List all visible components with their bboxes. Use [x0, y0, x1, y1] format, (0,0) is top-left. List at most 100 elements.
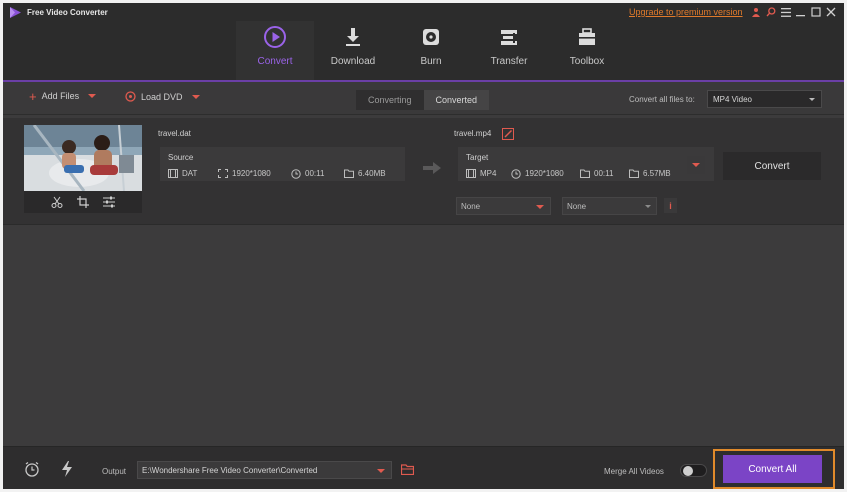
film-icon	[466, 169, 476, 178]
open-folder-icon[interactable]	[399, 461, 415, 477]
crop-icon[interactable]	[76, 195, 90, 209]
audio-select[interactable]: None	[562, 197, 657, 215]
target-duration: 00:11	[580, 169, 613, 178]
chevron-down-icon	[645, 205, 651, 208]
merge-videos-label: Merge All Videos	[604, 467, 664, 476]
source-info-panel: Source DAT 1920*1080 00:11 6.40MB	[160, 147, 405, 181]
convert-all-to-label: Convert all files to:	[629, 95, 695, 104]
download-icon	[344, 25, 362, 49]
toolbox-icon	[577, 25, 597, 49]
source-resolution-value: 1920*1080	[232, 169, 271, 178]
target-duration-value: 00:11	[594, 169, 614, 178]
source-title: Source	[168, 153, 194, 162]
folder-icon	[629, 169, 639, 178]
chevron-down-icon	[377, 469, 385, 473]
plus-icon: +	[29, 88, 37, 104]
source-format-value: DAT	[182, 169, 198, 178]
status-tabs: Converting Converted	[356, 90, 490, 110]
nav-toolbox[interactable]: Toolbox	[548, 21, 626, 82]
upgrade-link[interactable]: Upgrade to premium version	[629, 7, 743, 17]
disc-icon	[421, 25, 441, 49]
film-icon	[168, 169, 178, 178]
output-path-value: E:\Wondershare Free Video Converter\Conv…	[142, 465, 318, 475]
maximize-icon[interactable]	[808, 5, 823, 19]
edit-icon[interactable]	[502, 128, 514, 140]
source-duration-value: 00:11	[305, 169, 325, 178]
tab-converted[interactable]: Converted	[423, 90, 490, 110]
target-title: Target	[466, 153, 489, 162]
subtitle-select[interactable]: None	[456, 197, 551, 215]
toolbar: + Add Files Load DVD Converting Converte…	[3, 82, 844, 115]
add-files-dropdown-icon[interactable]	[88, 94, 97, 98]
chevron-down-icon	[692, 163, 700, 167]
folder-icon	[580, 169, 590, 178]
output-format-value: MP4 Video	[713, 94, 752, 104]
source-size: 6.40MB	[344, 169, 386, 178]
subtitle-select-value: None	[461, 201, 481, 211]
folder-icon	[344, 169, 354, 178]
load-dvd-dropdown-icon[interactable]	[191, 94, 200, 99]
header: Free Video Converter Upgrade to premium …	[3, 3, 844, 82]
audio-select-value: None	[567, 201, 587, 211]
trim-icon[interactable]	[50, 195, 64, 209]
nav-download-label: Download	[330, 56, 376, 67]
menu-icon[interactable]	[778, 5, 793, 19]
target-filename: travel.mp4	[454, 129, 492, 138]
nav-transfer-label: Transfer	[490, 56, 528, 67]
dvd-icon	[125, 91, 136, 102]
nav-convert-label: Convert	[257, 56, 293, 67]
tab-converting[interactable]: Converting	[356, 90, 424, 110]
target-format-value: MP4	[480, 169, 497, 178]
target-size-value: 6.57MB	[643, 169, 671, 178]
main-nav: Convert Download Burn Transfer Toolbox	[236, 21, 626, 82]
nav-convert[interactable]: Convert	[236, 21, 314, 82]
target-resolution-value: 1920*1080	[525, 169, 564, 178]
chevron-down-icon	[536, 205, 544, 209]
output-format-select[interactable]: MP4 Video	[707, 90, 822, 108]
merge-videos-toggle[interactable]	[680, 464, 707, 477]
file-item: travel.dat Source DAT 1920*1080 00:11 6.…	[3, 118, 844, 225]
app-logo-icon	[10, 7, 21, 18]
nav-toolbox-label: Toolbox	[569, 56, 605, 67]
convert-button[interactable]: Convert	[723, 152, 821, 180]
search-icon[interactable]	[763, 5, 778, 19]
add-files-label: Add Files	[41, 91, 80, 101]
bottom-bar: Output E:\Wondershare Free Video Convert…	[3, 446, 844, 489]
info-icon[interactable]: i	[664, 198, 677, 213]
video-thumbnail[interactable]	[24, 125, 142, 191]
target-size: 6.57MB	[629, 169, 671, 178]
user-icon[interactable]	[748, 5, 763, 19]
load-dvd-label: Load DVD	[141, 91, 183, 102]
source-filename: travel.dat	[158, 129, 191, 138]
source-duration: 00:11	[291, 168, 325, 179]
thumbnail-tools	[24, 191, 142, 213]
add-files-button[interactable]: + Add Files	[29, 88, 97, 104]
source-resolution: 1920*1080	[218, 169, 271, 178]
app-window: Free Video Converter Upgrade to premium …	[3, 3, 844, 489]
schedule-icon[interactable]	[24, 461, 40, 477]
nav-burn[interactable]: Burn	[392, 21, 470, 82]
output-label: Output	[102, 467, 127, 476]
load-dvd-button[interactable]: Load DVD	[125, 91, 200, 102]
effects-icon[interactable]	[102, 195, 116, 209]
lightning-icon[interactable]	[59, 461, 75, 477]
output-path-select[interactable]: E:\Wondershare Free Video Converter\Conv…	[137, 461, 392, 479]
minimize-icon[interactable]	[793, 5, 808, 19]
source-size-value: 6.40MB	[358, 169, 386, 178]
nav-burn-label: Burn	[420, 56, 442, 67]
close-icon[interactable]	[823, 5, 838, 19]
target-settings-dropdown[interactable]	[687, 156, 705, 174]
resolution-icon	[218, 169, 228, 178]
arrow-right-icon	[423, 162, 441, 174]
target-format: MP4	[466, 169, 496, 178]
convert-all-button[interactable]: Convert All	[723, 455, 822, 483]
source-format: DAT	[168, 169, 197, 178]
app-title: Free Video Converter	[27, 8, 108, 17]
clock-icon	[291, 168, 301, 179]
chevron-down-icon	[809, 98, 815, 101]
window-controls	[748, 5, 838, 19]
toggle-knob	[683, 466, 693, 476]
clock-icon	[511, 168, 521, 179]
nav-transfer[interactable]: Transfer	[470, 21, 548, 82]
nav-download[interactable]: Download	[314, 21, 392, 82]
